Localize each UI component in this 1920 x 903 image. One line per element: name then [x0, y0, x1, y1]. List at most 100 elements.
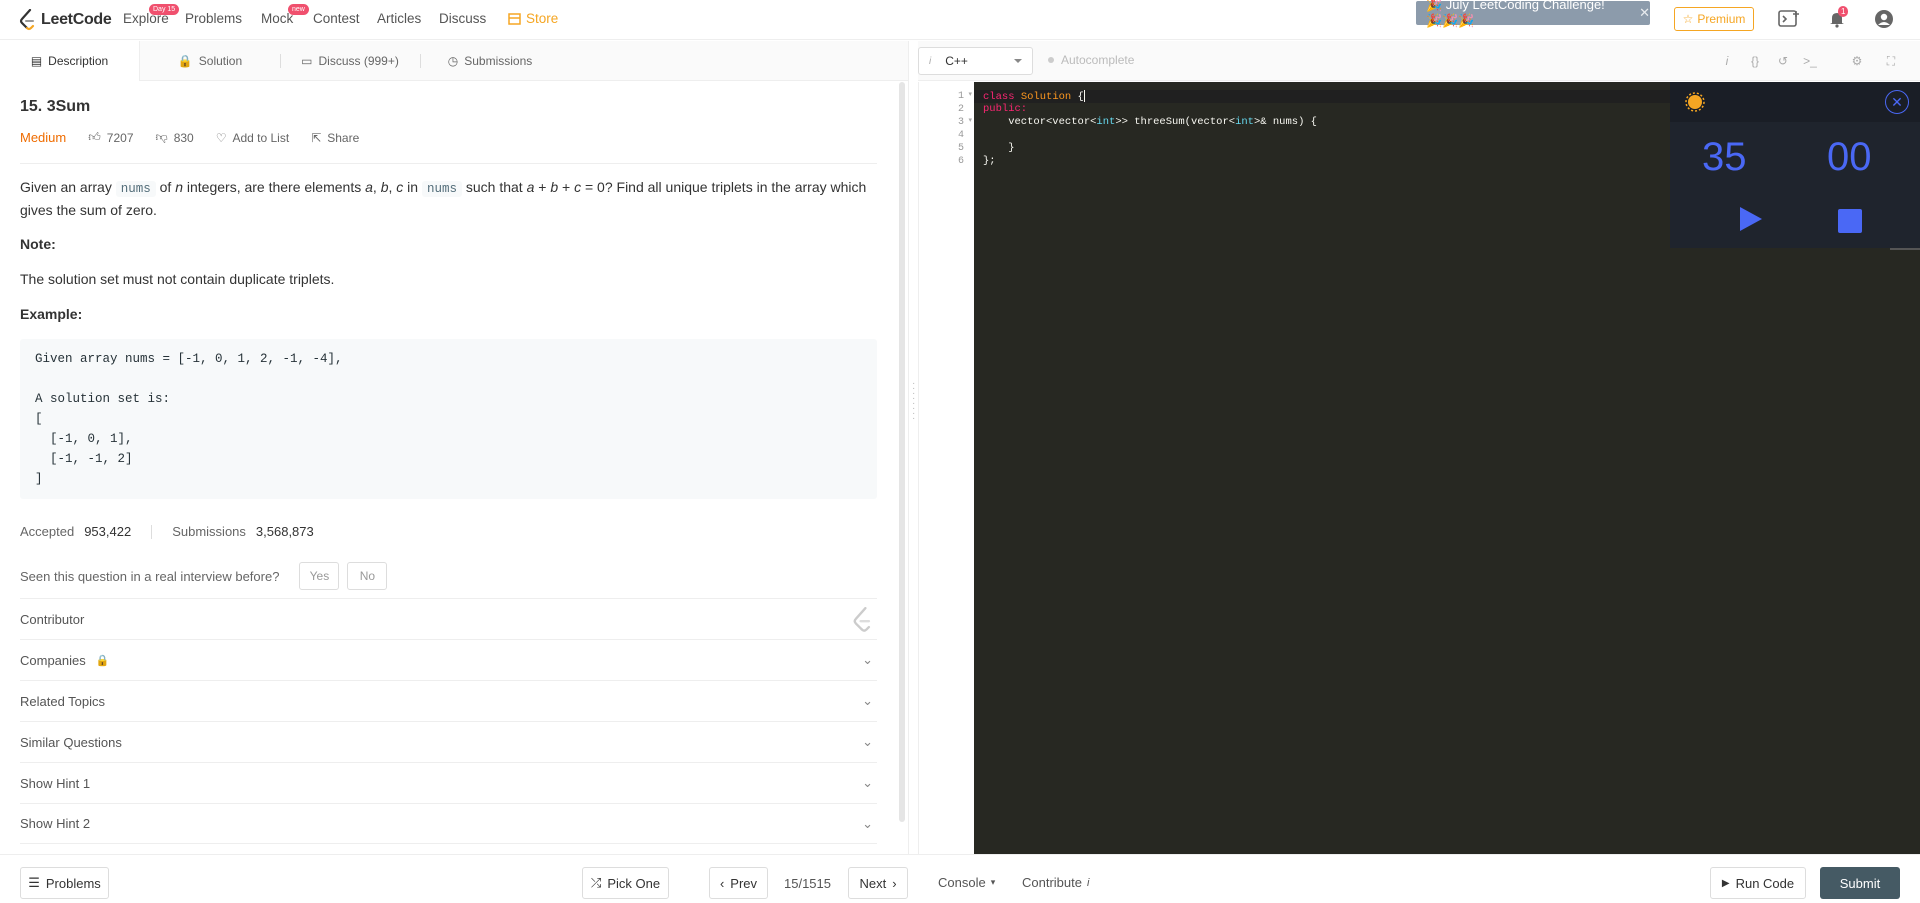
line-number: 2	[957, 104, 964, 115]
desc-var: n	[175, 179, 183, 195]
reset-icon[interactable]: ↺	[1774, 52, 1792, 70]
share-icon: ⇱	[311, 130, 322, 145]
page-indicator: 15/1515	[784, 876, 831, 891]
accordion-hint-2[interactable]: Show Hint 2 ⌄	[20, 803, 877, 844]
divider	[1890, 248, 1920, 250]
premium-button[interactable]: ☆ Premium	[1674, 7, 1754, 31]
info-icon[interactable]: i	[1718, 52, 1736, 70]
tab-discuss[interactable]: ▭ Discuss (999+)	[280, 41, 420, 81]
nav-explore[interactable]: Explore Day 15	[123, 4, 180, 26]
note-heading: Note:	[20, 236, 56, 252]
tab-submissions[interactable]: ◷ Submissions	[420, 41, 560, 81]
run-code-button[interactable]: ▶ Run Code	[1710, 867, 1806, 899]
add-to-list-button[interactable]: ♡ Add to List	[216, 131, 289, 145]
submit-button[interactable]: Submit	[1820, 867, 1900, 899]
text-cursor	[1083, 90, 1085, 102]
autocomplete-toggle[interactable]: Autocomplete	[1048, 53, 1134, 67]
code-line: };	[983, 155, 996, 167]
nav-contest[interactable]: Contest	[313, 11, 360, 26]
desc-text: integers, are there elements	[183, 179, 366, 195]
tab-description-label: Description	[48, 54, 109, 68]
nav-articles[interactable]: Articles	[377, 11, 421, 26]
accordion-label: Similar Questions	[20, 734, 122, 750]
timer-widget: ✕ 35 00	[1670, 82, 1920, 248]
code-text: vector<vector<	[983, 116, 1097, 128]
code-type: int	[1235, 116, 1254, 128]
tab-solution[interactable]: 🔒 Solution	[140, 41, 280, 81]
desc-text: ,	[372, 179, 381, 195]
avatar[interactable]	[1873, 8, 1895, 30]
tab-description[interactable]: ▤ Description	[0, 41, 140, 81]
accordion-related-topics[interactable]: Related Topics ⌄	[20, 680, 877, 721]
problems-button[interactable]: ☰ Problems	[20, 867, 109, 899]
premium-label: Premium	[1697, 12, 1746, 26]
no-button[interactable]: No	[347, 562, 388, 590]
logo-text: LeetCode	[41, 11, 112, 28]
share-button[interactable]: ⇱ Share	[311, 131, 359, 145]
fullscreen-icon[interactable]: ⛶	[1882, 52, 1900, 70]
code-text: >& nums) {	[1253, 116, 1317, 128]
stop-icon[interactable]	[1838, 209, 1862, 233]
contribute-button[interactable]: Contribute i	[1022, 875, 1089, 890]
store-icon	[508, 12, 521, 25]
console-button[interactable]: Console ▾	[938, 875, 995, 890]
challenge-banner[interactable]: 🎉 July LeetCoding Challenge! 🎉🎉🎉 ✕	[1416, 0, 1650, 28]
pick-one-button[interactable]: ⤮ Pick One	[582, 867, 669, 899]
panel-splitter[interactable]: · · · · · · · ·	[908, 41, 918, 854]
toggle-dot	[1048, 57, 1054, 63]
notification-bell-icon[interactable]: 1	[1826, 6, 1849, 30]
fold-icon[interactable]: ▾	[968, 116, 972, 124]
nav-discuss[interactable]: Discuss	[439, 11, 486, 26]
nav-problems[interactable]: Problems	[185, 11, 242, 26]
example-heading: Example:	[20, 306, 83, 322]
close-icon[interactable]: ✕	[1885, 90, 1909, 114]
divider	[151, 524, 153, 539]
like-button[interactable]: 👍︎ 7207	[88, 130, 133, 145]
nav-store[interactable]: Store	[508, 11, 558, 26]
play-icon[interactable]	[1740, 207, 1762, 231]
notification-count: 1	[1838, 6, 1849, 17]
next-button[interactable]: Next ›	[848, 867, 908, 899]
accordion-companies[interactable]: Companies 🔒 ⌄	[20, 639, 877, 680]
prev-label: Prev	[730, 875, 758, 891]
format-braces-icon[interactable]: {}	[1746, 52, 1764, 70]
fold-icon[interactable]: ▾	[968, 90, 972, 98]
pick-one-label: Pick One	[607, 875, 661, 891]
language-select[interactable]: i C++	[918, 47, 1033, 75]
code-line: vector<vector<int>> threeSum(vector<int>…	[983, 116, 1317, 129]
prev-button[interactable]: ‹ Prev	[709, 867, 768, 899]
close-icon[interactable]: ✕	[1639, 5, 1650, 21]
code-text: {	[1071, 90, 1084, 103]
leetcode-logo[interactable]: LeetCode	[19, 7, 112, 33]
language-label: C++	[945, 54, 968, 68]
yes-button[interactable]: Yes	[299, 562, 340, 590]
accordion-contributor[interactable]: Contributor	[20, 598, 877, 639]
line-number-gutter: 1 2 3 4 5 6 ▾ ▾	[918, 82, 974, 854]
submissions-value: 3,568,873	[255, 524, 314, 539]
nav-mock[interactable]: Mock new	[261, 4, 309, 26]
next-label: Next	[859, 875, 887, 891]
accepted-label: Accepted	[20, 524, 75, 539]
chevron-right-icon: ›	[892, 875, 897, 891]
playground-icon[interactable]	[1778, 8, 1800, 30]
accordion-label: Show Hint 1	[20, 775, 91, 791]
code-line: }	[983, 142, 1015, 154]
chevron-down-icon: ⌄	[862, 693, 873, 708]
share-label: Share	[327, 130, 360, 145]
dislike-button[interactable]: 👎︎ 830	[156, 130, 194, 145]
left-panel-scrollbar[interactable]	[899, 82, 905, 822]
line-number: 6	[957, 156, 964, 167]
desc-text: of	[155, 179, 176, 195]
terminal-icon[interactable]: >_	[1801, 52, 1819, 70]
accordion-similar-questions[interactable]: Similar Questions ⌄	[20, 721, 877, 762]
chevron-down-icon: ⌄	[862, 775, 873, 790]
question-meta: Medium 👍︎ 7207 👎︎ 830 ♡ Add to List ⇱ Sh…	[20, 130, 381, 145]
desc-text: in	[403, 179, 422, 195]
challenge-label: 🎉 July LeetCoding Challenge! 🎉🎉🎉	[1426, 0, 1605, 28]
question-description-panel: 15. 3Sum Medium 👍︎ 7207 👎︎ 830 ♡ Add to …	[20, 82, 877, 854]
sun-icon[interactable]	[1684, 91, 1706, 113]
settings-icon[interactable]: ⚙	[1848, 52, 1866, 70]
timer-seconds: 00	[1827, 135, 1872, 179]
problems-label: Problems	[45, 875, 101, 891]
accordion-hint-1[interactable]: Show Hint 1 ⌄	[20, 762, 877, 803]
